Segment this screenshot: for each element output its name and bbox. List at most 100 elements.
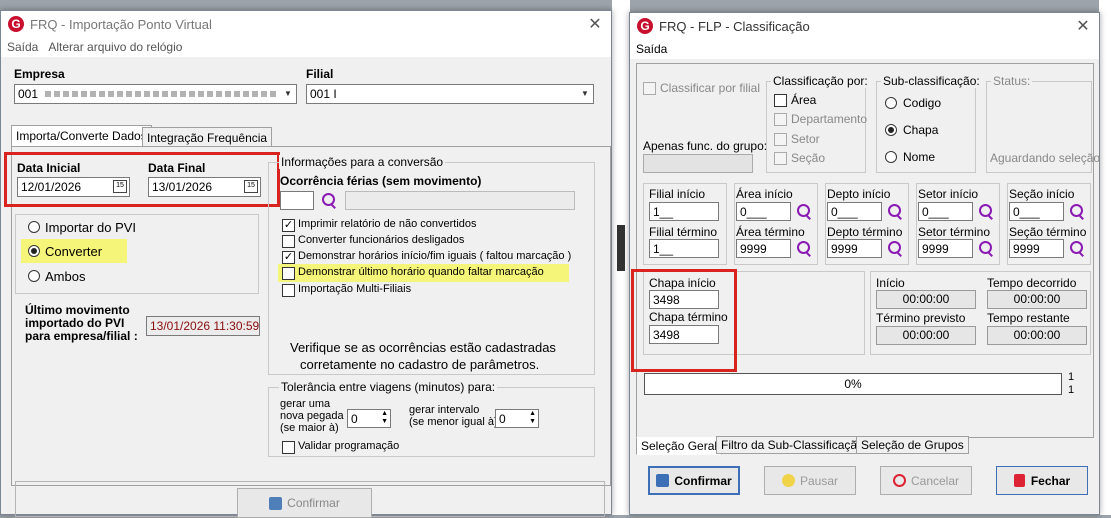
- area-termino-label: Área término: [736, 225, 805, 239]
- search-icon[interactable]: [1069, 203, 1085, 219]
- tab-integracao-frequencia[interactable]: Integração Frequência: [142, 127, 273, 147]
- gerar-intervalo-1: gerar intervalo: [409, 404, 480, 416]
- gerar-intervalo-stepper[interactable]: 0 ▲ ▼: [495, 409, 539, 428]
- close-icon[interactable]: ✕: [1073, 16, 1093, 36]
- radio-converter[interactable]: [28, 245, 40, 257]
- subclassificacao-title: Sub-classificação:: [881, 74, 982, 88]
- close-icon[interactable]: ✕: [585, 14, 605, 34]
- search-icon[interactable]: [1069, 240, 1085, 256]
- setor-inicio-field[interactable]: 0___: [918, 202, 973, 221]
- apenas-label: Apenas func. do grupo:: [643, 139, 768, 153]
- import-menubar: Saída Alterar arquivo do relógio: [1, 37, 611, 57]
- radio-codigo-label: Codigo: [903, 96, 942, 110]
- ocorrencia-label: Ocorrência férias (sem movimento): [280, 174, 482, 188]
- background-fragment: [617, 225, 625, 271]
- classificacao-window: G FRQ - FLP - Classificação ✕ Saída Clas…: [629, 12, 1100, 515]
- radio-codigo[interactable]: [885, 97, 897, 109]
- chk-multi-filiais[interactable]: [282, 284, 295, 297]
- filial-select[interactable]: 001 I ▼: [306, 84, 594, 104]
- menu-saida[interactable]: Saída: [7, 40, 38, 54]
- chk-setor[interactable]: [774, 133, 787, 146]
- depto-termino-field[interactable]: 9999: [827, 239, 882, 258]
- progress-bar: 0%: [644, 373, 1062, 395]
- chk-validar-label: Validar programação: [298, 440, 400, 452]
- progress-count-b: 1: [1068, 384, 1075, 396]
- tab-selecao-geral[interactable]: Seleção Geral: [636, 437, 723, 455]
- secao-termino-field[interactable]: 9999: [1009, 239, 1064, 258]
- gerar-pegada-value: 0: [351, 412, 358, 426]
- ocorrencia-desc: [345, 191, 575, 210]
- gerar-pegada-3: (se maior à): [280, 422, 339, 434]
- chk-imprimir[interactable]: ✓: [282, 219, 295, 232]
- chk-horarios-iguais[interactable]: ✓: [282, 251, 295, 264]
- highlight-box-chapa: [631, 269, 737, 372]
- confirmar-button[interactable]: Confirmar: [648, 466, 740, 495]
- menu-saida[interactable]: Saída: [636, 42, 667, 56]
- stepper-arrows-icon[interactable]: ▲ ▼: [381, 410, 388, 426]
- cancelar-button[interactable]: Cancelar: [880, 466, 972, 495]
- radio-importar-label: Importar do PVI: [45, 220, 137, 235]
- progress-count-a: 1: [1068, 371, 1075, 383]
- search-icon[interactable]: [978, 203, 994, 219]
- ultimo-label-1: Último movimento: [25, 303, 130, 317]
- gerar-pegada-stepper[interactable]: 0 ▲ ▼: [347, 409, 391, 428]
- import-window: G FRQ - Importação Ponto Virtual ✕ Saída…: [0, 10, 612, 518]
- decorrido-value: 00:00:00: [987, 290, 1087, 309]
- chevron-down-icon[interactable]: ▼: [280, 85, 296, 103]
- tab-filtro-subclassificacao[interactable]: Filtro da Sub-Classificação: [716, 436, 869, 454]
- search-icon[interactable]: [321, 192, 337, 208]
- setor-termino-label: Setor término: [918, 225, 991, 239]
- ocorrencia-code[interactable]: [280, 191, 314, 210]
- tab-importa-converte[interactable]: Importa/Converte Dados: [11, 125, 152, 147]
- chk-validar[interactable]: [282, 441, 295, 454]
- search-icon[interactable]: [796, 240, 812, 256]
- decorrido-label: Tempo decorrido: [987, 276, 1077, 290]
- depto-termino-label: Depto término: [827, 225, 903, 239]
- search-icon[interactable]: [887, 240, 903, 256]
- chk-setor-label: Setor: [791, 132, 820, 146]
- chk-ultimo-horario[interactable]: [282, 267, 295, 280]
- depto-inicio-field[interactable]: 0___: [827, 202, 882, 221]
- filial-termino-label: Filial término: [649, 225, 718, 239]
- stepper-arrows-icon[interactable]: ▲ ▼: [529, 410, 536, 426]
- chk-area[interactable]: [774, 94, 787, 107]
- filial-inicio-field[interactable]: 1__: [649, 202, 719, 221]
- chevron-down-icon[interactable]: ▼: [577, 85, 593, 103]
- pause-icon: [781, 474, 795, 487]
- ultimo-label-2: importado do PVI: [25, 316, 125, 330]
- highlight-box-dates: [4, 152, 280, 207]
- chk-imprimir-label: Imprimir relatório de não convertidos: [298, 218, 477, 230]
- fechar-button[interactable]: Fechar: [996, 466, 1088, 495]
- area-termino-field[interactable]: 9999: [736, 239, 791, 258]
- secao-inicio-label: Seção início: [1009, 187, 1075, 201]
- search-icon[interactable]: [887, 203, 903, 219]
- chk-departamento[interactable]: [774, 113, 787, 126]
- confirmar-button[interactable]: Confirmar: [237, 488, 372, 518]
- secao-inicio-field[interactable]: 0___: [1009, 202, 1064, 221]
- setor-inicio-label: Setor início: [918, 187, 979, 201]
- import-window-title: FRQ - Importação Ponto Virtual: [30, 16, 212, 32]
- filial-termino-field[interactable]: 1__: [649, 239, 719, 258]
- gerar-intervalo-value: 0: [499, 412, 506, 426]
- setor-termino-field[interactable]: 9999: [918, 239, 973, 258]
- empresa-select[interactable]: 001 ▼: [14, 84, 297, 104]
- radio-chapa[interactable]: [885, 124, 897, 136]
- radio-importar[interactable]: [28, 221, 40, 233]
- radio-nome[interactable]: [885, 151, 897, 163]
- classificacao-window-title: FRQ - FLP - Classificação: [659, 18, 810, 34]
- chk-secao[interactable]: [774, 152, 787, 165]
- pausar-button[interactable]: Pausar: [764, 466, 856, 495]
- search-icon[interactable]: [978, 240, 994, 256]
- ultimo-label-3: para empresa/filial :: [25, 329, 138, 343]
- area-inicio-field[interactable]: 0___: [736, 202, 791, 221]
- save-icon: [269, 496, 283, 510]
- chk-classificar-filial[interactable]: [643, 82, 656, 95]
- apenas-grupo-field[interactable]: [643, 154, 753, 173]
- termino-previsto-label: Término previsto: [876, 311, 966, 325]
- tab-selecao-grupos[interactable]: Seleção de Grupos: [856, 436, 969, 454]
- progress-text: 0%: [844, 377, 862, 391]
- search-icon[interactable]: [796, 203, 812, 219]
- chk-converter-desligados[interactable]: [282, 235, 295, 248]
- radio-ambos[interactable]: [28, 270, 40, 282]
- menu-alterar-arquivo[interactable]: Alterar arquivo do relógio: [48, 40, 182, 54]
